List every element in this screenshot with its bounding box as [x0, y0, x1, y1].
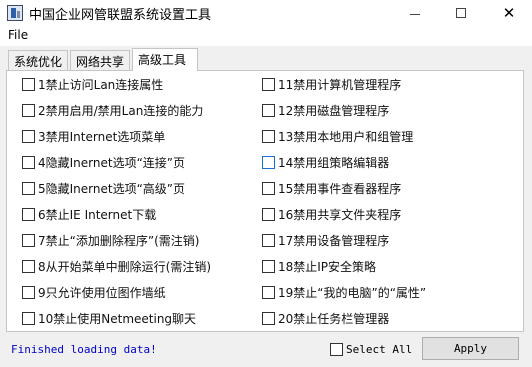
menu-file[interactable]: File: [8, 28, 28, 42]
option-label: 20禁止任务栏管理器: [278, 311, 390, 326]
option-label: 3禁用Internet选项菜单: [38, 129, 166, 144]
option-15[interactable]: 15禁用事件查看器程序: [262, 180, 401, 196]
checkbox[interactable]: [262, 233, 275, 247]
option-3[interactable]: 3禁用Internet选项菜单: [22, 128, 165, 144]
status-text: Finished loading data!: [11, 343, 157, 356]
checkbox[interactable]: [22, 77, 35, 91]
option-11[interactable]: 11禁用计算机管理程序: [262, 76, 401, 92]
minimize-icon: [410, 13, 420, 15]
option-5[interactable]: 5隐藏Inernet选项“高级”页: [22, 180, 185, 196]
option-16[interactable]: 16禁用共享文件夹程序: [262, 206, 401, 222]
option-label: 15禁用事件查看器程序: [278, 181, 402, 196]
app-icon: [7, 5, 23, 21]
checkbox[interactable]: [262, 77, 275, 91]
option-label: 19禁止“我的电脑”的“属性”: [278, 285, 427, 300]
checkbox[interactable]: [262, 285, 275, 299]
checkbox[interactable]: [262, 207, 275, 221]
window-title: 中国企业网管联盟系统设置工具: [29, 8, 212, 23]
option-label: 4隐藏Inernet选项“连接”页: [38, 155, 186, 170]
option-7[interactable]: 7禁止“添加删除程序”(需注销): [22, 232, 199, 248]
option-18[interactable]: 18禁止IP安全策略: [262, 258, 376, 274]
option-10[interactable]: 10禁止使用Netmeeting聊天: [22, 310, 196, 326]
option-label: 8从开始菜单中删除运行(需注销): [38, 259, 211, 274]
option-label: 16禁用共享文件夹程序: [278, 207, 402, 222]
checkbox[interactable]: [262, 129, 275, 143]
checkbox[interactable]: [22, 181, 35, 195]
option-label: 14禁用组策略编辑器: [278, 155, 390, 170]
option-4[interactable]: 4隐藏Inernet选项“连接”页: [22, 154, 185, 170]
option-label: 12禁用磁盘管理程序: [278, 103, 390, 118]
option-14[interactable]: 14禁用组策略编辑器: [262, 154, 389, 170]
maximize-icon: [456, 8, 466, 18]
checkbox[interactable]: [262, 259, 275, 273]
option-label: 1禁止访问Lan连接属性: [38, 77, 164, 92]
checkbox[interactable]: [262, 103, 275, 117]
option-2[interactable]: 2禁用启用/禁用Lan连接的能力: [22, 102, 203, 118]
option-9[interactable]: 9只允许使用位图作墙纸: [22, 284, 166, 300]
checkbox[interactable]: [22, 129, 35, 143]
option-12[interactable]: 12禁用磁盘管理程序: [262, 102, 389, 118]
option-label: 6禁止IE Internet下载: [38, 207, 157, 222]
checkbox[interactable]: [330, 342, 343, 356]
option-19[interactable]: 19禁止“我的电脑”的“属性”: [262, 284, 426, 300]
option-label: 13禁用本地用户和组管理: [278, 129, 414, 144]
minimize-button[interactable]: [392, 0, 438, 26]
checkbox[interactable]: [22, 259, 35, 273]
select-all-label: Select All: [346, 342, 413, 356]
apply-button[interactable]: Apply: [422, 337, 519, 360]
option-20[interactable]: 20禁止任务栏管理器: [262, 310, 389, 326]
option-label: 2禁用启用/禁用Lan连接的能力: [38, 103, 204, 118]
checkbox[interactable]: [22, 233, 35, 247]
tab-system-optimize[interactable]: 系统优化: [8, 50, 68, 70]
option-1[interactable]: 1禁止访问Lan连接属性: [22, 76, 163, 92]
option-label: 5隐藏Inernet选项“高级”页: [38, 181, 186, 196]
option-6[interactable]: 6禁止IE Internet下载: [22, 206, 156, 222]
select-all-checkbox[interactable]: Select All: [330, 341, 412, 357]
option-label: 17禁用设备管理程序: [278, 233, 390, 248]
close-button[interactable]: ✕: [486, 0, 532, 26]
checkbox[interactable]: [22, 207, 35, 221]
option-label: 18禁止IP安全策略: [278, 259, 377, 274]
checkbox[interactable]: [22, 285, 35, 299]
advanced-tools-panel: 1禁止访问Lan连接属性 2禁用启用/禁用Lan连接的能力 3禁用Interne…: [6, 70, 524, 332]
option-label: 10禁止使用Netmeeting聊天: [38, 311, 197, 326]
menu-bar: File: [0, 26, 532, 46]
title-bar: 中国企业网管联盟系统设置工具 ✕: [0, 0, 532, 26]
option-13[interactable]: 13禁用本地用户和组管理: [262, 128, 413, 144]
checkbox[interactable]: [262, 311, 275, 325]
option-label: 11禁用计算机管理程序: [278, 77, 402, 92]
maximize-button[interactable]: [438, 0, 484, 26]
option-8[interactable]: 8从开始菜单中删除运行(需注销): [22, 258, 211, 274]
checkbox[interactable]: [22, 103, 35, 117]
option-label: 7禁止“添加删除程序”(需注销): [38, 233, 200, 248]
option-label: 9只允许使用位图作墙纸: [38, 285, 166, 300]
checkbox[interactable]: [22, 155, 35, 169]
option-17[interactable]: 17禁用设备管理程序: [262, 232, 389, 248]
tab-advanced-tools[interactable]: 高级工具: [132, 48, 198, 71]
tab-network-share[interactable]: 网络共享: [70, 50, 130, 70]
checkbox[interactable]: [262, 181, 275, 195]
close-icon: ✕: [502, 4, 516, 22]
checkbox[interactable]: [22, 311, 35, 325]
checkbox-focused[interactable]: [262, 155, 275, 169]
